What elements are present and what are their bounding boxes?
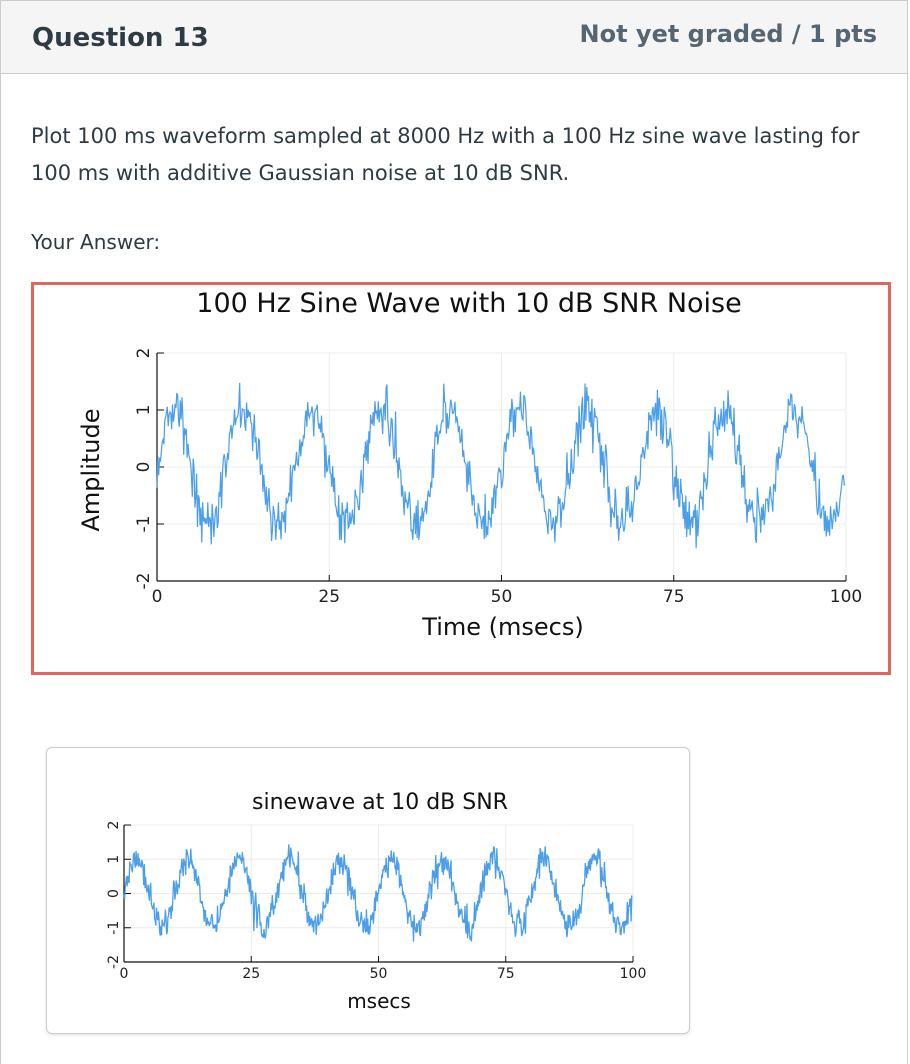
y-tick-label: 0 (134, 462, 154, 473)
y-axis-label: Amplitude (77, 409, 105, 532)
question-title: Question 13 (32, 23, 209, 53)
reference-chart: sinewave at 10 dB SNR msecs 0 25 50 75 100 2 1… (106, 790, 647, 1013)
y-tick-label: 1 (134, 405, 154, 416)
y-tick-label: 1 (106, 855, 122, 864)
y-tick-label: -2 (134, 573, 154, 590)
chart-title: 100 Hz Sine Wave with 10 dB SNR Noise (196, 288, 741, 319)
x-axis-label: Time (msecs) (421, 613, 583, 641)
question-header: Question 13 Not yet graded / 1 pts (0, 0, 908, 74)
question-score: Not yet graded / 1 pts (579, 20, 877, 48)
answer-chart: 100 Hz Sine Wave with 10 dB SNR Noise Am… (77, 288, 862, 641)
chart-title: sinewave at 10 dB SNR (252, 790, 508, 815)
x-tick-label: 25 (318, 587, 340, 607)
x-axis-label: msecs (347, 989, 411, 1013)
y-tick-label: -1 (134, 516, 154, 533)
x-tick-label: 100 (620, 966, 647, 982)
x-tick-label: 25 (242, 966, 260, 982)
y-tick-label: -1 (106, 921, 122, 935)
x-tick-label: 50 (491, 587, 513, 607)
x-tick-label: 75 (497, 966, 515, 982)
y-tick-label: 0 (106, 889, 122, 898)
answer-label: Your Answer: (31, 230, 161, 254)
question-text: Plot 100 ms waveform sampled at 8000 Hz … (31, 124, 860, 185)
reference-chart-image: sinewave at 10 dB SNR msecs 0 25 50 75 100 2 1… (68, 783, 668, 1013)
answer-box: 100 Hz Sine Wave with 10 dB SNR Noise Am… (31, 282, 891, 675)
y-tick-label: -2 (106, 955, 122, 969)
x-tick-label: 50 (370, 966, 388, 982)
x-tick-label: 75 (663, 587, 685, 607)
y-tick-label: 2 (134, 348, 154, 359)
y-tick-label: 2 (106, 821, 122, 830)
x-tick-label: 100 (830, 587, 862, 607)
